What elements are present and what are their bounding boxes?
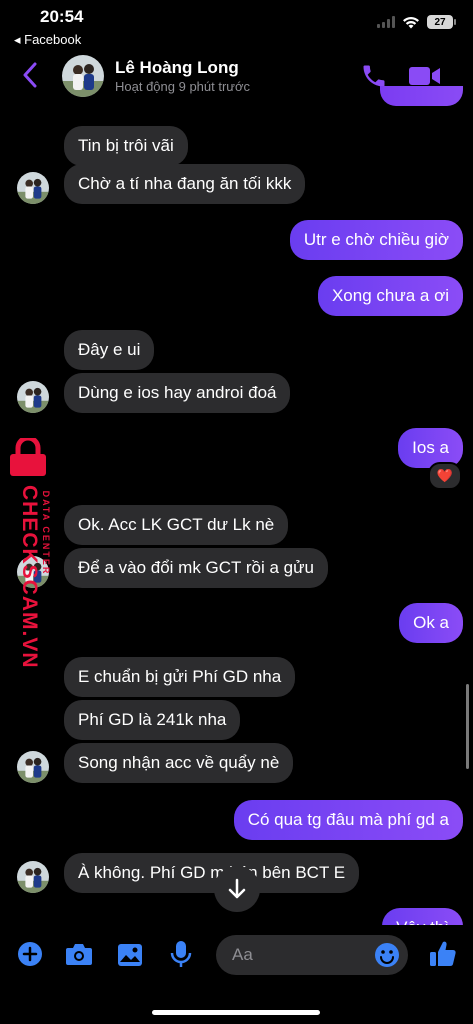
- incoming-message[interactable]: E chuẩn bị gửi Phí GD nha: [64, 657, 296, 697]
- watermark-sub: DATA CENTER: [41, 490, 51, 576]
- incoming-message[interactable]: Song nhận acc về quẩy nè: [64, 743, 294, 783]
- gallery-icon[interactable]: [117, 943, 143, 972]
- plus-icon[interactable]: [17, 941, 43, 972]
- incoming-message[interactable]: Để a vào đổi mk GCT rồi a gửu: [64, 548, 328, 588]
- incoming-message[interactable]: Chờ a tí nha đang ăn tối kkk: [64, 164, 306, 204]
- incoming-message[interactable]: Dùng e ios hay androi đoá: [64, 373, 291, 413]
- incoming-message[interactable]: À không. Phí GD m bán bên BCT E: [64, 853, 360, 893]
- emoji-icon[interactable]: [374, 942, 400, 973]
- home-indicator: [152, 1010, 320, 1015]
- watermark-brand: CHECKSCAM.VN: [18, 485, 41, 669]
- checkscam-watermark: CHECKSCAM.VN DATA CENTER: [4, 438, 54, 669]
- camera-icon[interactable]: [65, 942, 93, 971]
- outgoing-message[interactable]: Có qua tg đâu mà phí gd a: [233, 800, 463, 840]
- heart-reaction-icon[interactable]: ❤️: [428, 462, 462, 490]
- scroll-down-button[interactable]: [214, 866, 260, 912]
- outgoing-message[interactable]: Ok a: [399, 603, 463, 643]
- padlock-logo-icon: [10, 438, 46, 476]
- microphone-icon[interactable]: [170, 940, 192, 973]
- outgoing-message[interactable]: Xong chưa a ơi: [317, 276, 463, 316]
- incoming-message[interactable]: Phí GD là 241k nha: [64, 700, 241, 740]
- thumbs-up-icon[interactable]: [428, 939, 458, 974]
- arrow-down-icon: [228, 878, 246, 899]
- incoming-message[interactable]: Tin bị trôi vãi: [64, 126, 188, 166]
- sender-avatar[interactable]: [17, 172, 49, 204]
- message-input-placeholder: Aa: [232, 945, 253, 964]
- message-thread: Tin bị trôi vãi Chờ a tí nha đang ăn tối …: [0, 0, 473, 928]
- incoming-message[interactable]: Đây e ui: [64, 330, 155, 370]
- incoming-message[interactable]: Ok. Acc LK GCT dư Lk nè: [64, 505, 289, 545]
- scrollbar-thumb[interactable]: [466, 684, 469, 769]
- sender-avatar[interactable]: [17, 381, 49, 413]
- sender-avatar[interactable]: [17, 861, 49, 893]
- outgoing-message[interactable]: Utr e chờ chiều giờ: [289, 220, 463, 260]
- sender-avatar[interactable]: [17, 751, 49, 783]
